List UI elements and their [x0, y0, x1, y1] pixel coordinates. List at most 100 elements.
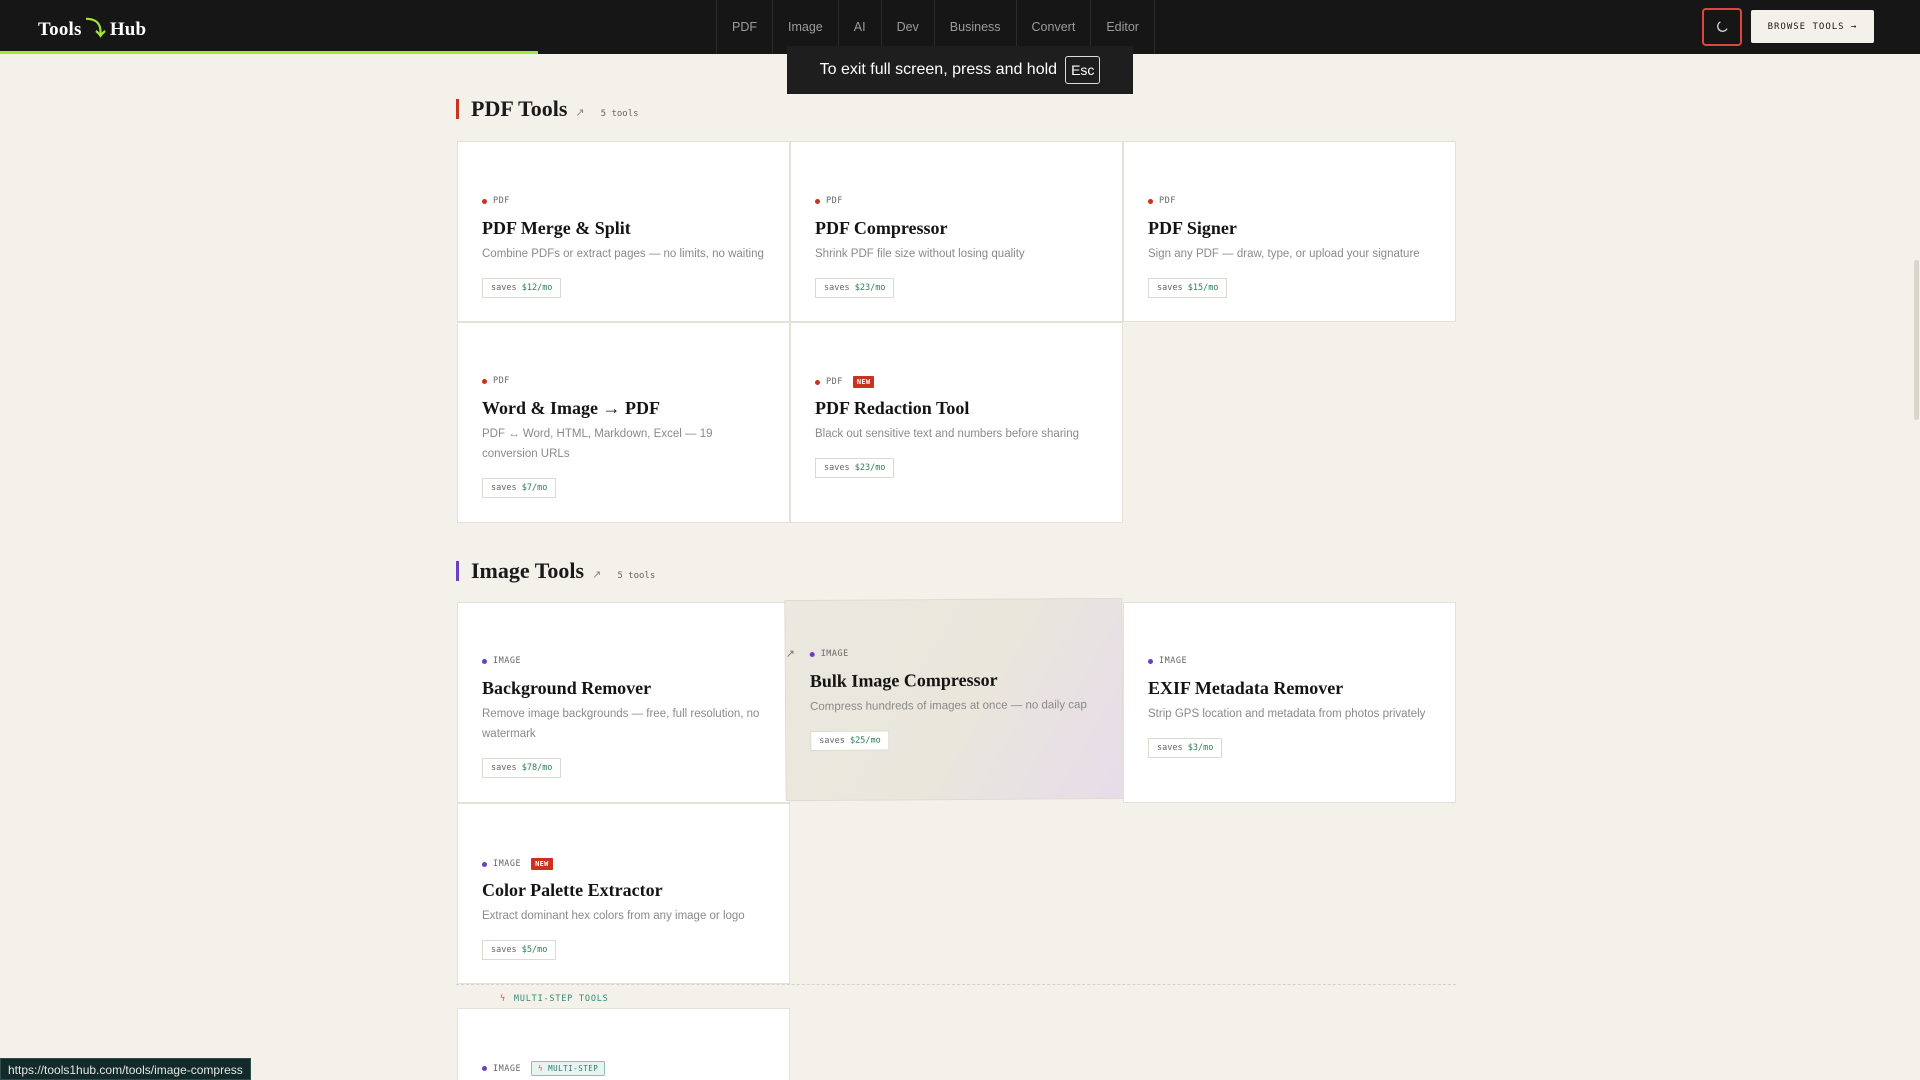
savings-badge: saves $5/mo — [482, 940, 557, 960]
card-category: IMAGE NEW — [482, 858, 553, 870]
card-title: Color Palette Extractor — [482, 880, 663, 900]
card-description: Compress hundreds of images at once — no… — [810, 699, 1087, 714]
nav-link-pdf[interactable]: PDF — [717, 0, 773, 54]
tool-card-background-remover[interactable]: IMAGE Background Remover Remove image ba… — [457, 602, 790, 803]
card-title: Word & Image → PDF — [482, 398, 660, 418]
savings-prefix: saves — [819, 735, 845, 746]
section-count: 5 tools — [600, 109, 639, 119]
section-title[interactable]: Image Tools — [471, 558, 584, 584]
card-category: PDF — [482, 196, 510, 206]
savings-prefix: saves — [491, 483, 517, 493]
tool-card-pdf-compressor[interactable]: PDF PDF Compressor Shrink PDF file size … — [790, 141, 1123, 322]
tool-card-bulk-image-compressor[interactable]: ↗ IMAGE Bulk Image Compressor Compress h… — [784, 597, 1124, 802]
section-accent-bar — [456, 561, 459, 581]
savings-amount: $25/mo — [849, 735, 881, 746]
card-title: PDF Signer — [1148, 218, 1237, 238]
tool-card-pdf-signer[interactable]: PDF PDF Signer Sign any PDF — draw, type… — [1123, 141, 1456, 322]
toast-esc-key: Esc — [1065, 56, 1101, 84]
card-category: IMAGE — [1148, 656, 1187, 666]
card-title: EXIF Metadata Remover — [1148, 678, 1344, 698]
logo-text-left: Tools — [38, 19, 82, 40]
toast-text: To exit full screen, press and hold — [819, 61, 1058, 78]
arrow-ne-icon[interactable]: ↗ — [575, 106, 584, 119]
category-dot-icon — [482, 378, 487, 384]
card-description: Strip GPS location and metadata from pho… — [1148, 708, 1426, 720]
category-label: PDF — [1159, 196, 1176, 206]
card-category: IMAGE — [482, 656, 521, 666]
multistep-label: ϟ MULTI-STEP TOOLS — [500, 994, 609, 1004]
savings-amount: $12/mo — [521, 283, 553, 293]
category-dot-icon — [815, 379, 820, 385]
tool-card-color-palette[interactable]: IMAGE NEW Color Palette Extractor Extract… — [457, 803, 790, 984]
category-label: PDF — [493, 196, 510, 206]
multistep-label-text: MULTI-STEP TOOLS — [513, 994, 609, 1004]
savings-prefix: saves — [491, 283, 517, 293]
section-count: 5 tools — [617, 571, 656, 581]
card-description: PDF ↔ Word, HTML, Markdown, Excel — 19 c… — [482, 428, 713, 460]
card-title: Bulk Image Compressor — [809, 669, 998, 692]
category-dot-icon — [482, 658, 487, 664]
card-title: PDF Merge & Split — [482, 218, 631, 238]
category-dot-icon — [809, 651, 815, 657]
savings-badge: saves $25/mo — [810, 730, 890, 752]
savings-amount: $7/mo — [521, 483, 548, 493]
card-title: PDF Compressor — [815, 218, 948, 238]
category-dot-icon — [1148, 658, 1153, 664]
arrow-ne-icon: ↗ — [785, 648, 795, 661]
category-dot-icon — [482, 861, 487, 867]
savings-prefix: saves — [491, 945, 517, 955]
card-description: Combine PDFs or extract pages — no limit… — [482, 248, 764, 260]
logo[interactable]: Tools ⤵ Hub — [38, 12, 146, 41]
section-title[interactable]: PDF Tools — [471, 96, 567, 122]
savings-prefix: saves — [824, 463, 850, 473]
category-label: IMAGE — [493, 656, 522, 666]
scrollbar-thumb[interactable] — [1914, 260, 1919, 420]
card-title: Background Remover — [482, 678, 652, 698]
multistep-badge: ϟ MULTI-STEP — [531, 1061, 606, 1076]
logo-mark-icon: ⤵ — [85, 18, 106, 40]
arrow-ne-icon[interactable]: ↗ — [592, 568, 601, 581]
savings-badge: saves $78/mo — [482, 758, 562, 778]
moon-icon — [1717, 21, 1728, 32]
savings-amount: $23/mo — [854, 463, 886, 473]
section-accent-bar — [456, 99, 459, 119]
card-description: Black out sensitive text and numbers bef… — [815, 428, 1080, 440]
category-dot-icon — [482, 1066, 487, 1071]
card-description: Remove image backgrounds — free, full re… — [482, 708, 760, 740]
category-label: PDF — [826, 196, 843, 206]
card-title: PDF Redaction Tool — [815, 398, 970, 418]
new-badge: NEW — [852, 376, 875, 388]
savings-badge: saves $7/mo — [482, 478, 557, 498]
tool-card-pdf-merge[interactable]: PDF PDF Merge & Split Combine PDFs or ex… — [457, 141, 790, 322]
savings-badge: saves $15/mo — [1148, 278, 1228, 298]
logo-text-right: Hub — [109, 19, 147, 40]
fullscreen-toast: To exit full screen, press and hold Esc — [787, 46, 1133, 94]
category-label: IMAGE — [1159, 656, 1188, 666]
category-label: IMAGE — [493, 1063, 522, 1074]
savings-prefix: saves — [1157, 283, 1183, 293]
tool-card-pdf-redaction[interactable]: PDF NEW PDF Redaction Tool Black out sens… — [790, 322, 1123, 523]
savings-prefix: saves — [824, 283, 850, 293]
tool-card-exif-remover[interactable]: IMAGE EXIF Metadata Remover Strip GPS lo… — [1123, 602, 1456, 803]
theme-toggle-button[interactable] — [1702, 8, 1742, 46]
bolt-icon: ϟ — [538, 1064, 544, 1073]
card-category: IMAGE ϟ MULTI-STEP — [482, 1061, 606, 1076]
card-description: Sign any PDF — draw, type, or upload you… — [1148, 248, 1420, 260]
scrollbar-track[interactable] — [1912, 54, 1920, 1080]
savings-amount: $15/mo — [1187, 283, 1219, 293]
card-category: PDF — [815, 196, 843, 206]
category-dot-icon — [815, 198, 820, 204]
browse-tools-button[interactable]: BROWSE TOOLS → — [1751, 10, 1874, 43]
new-badge: NEW — [531, 858, 553, 870]
card-category: IMAGE — [809, 649, 849, 659]
card-description: Extract dominant hex colors from any ima… — [482, 910, 745, 922]
bolt-icon: ϟ — [500, 994, 506, 1004]
tool-card-word-image-pdf[interactable]: PDF Word & Image → PDF PDF ↔ Word, HTML,… — [457, 322, 790, 523]
multistep-badge-text: MULTI-STEP — [548, 1064, 599, 1073]
tool-card-multistep[interactable]: IMAGE ϟ MULTI-STEP — [457, 1008, 790, 1080]
savings-badge: saves $23/mo — [815, 278, 895, 298]
savings-badge: saves $12/mo — [482, 278, 562, 298]
status-url-bar: https://tools1hub.com/tools/image-compre… — [0, 1058, 251, 1080]
section-divider — [456, 984, 1456, 985]
savings-badge: saves $23/mo — [815, 458, 895, 478]
